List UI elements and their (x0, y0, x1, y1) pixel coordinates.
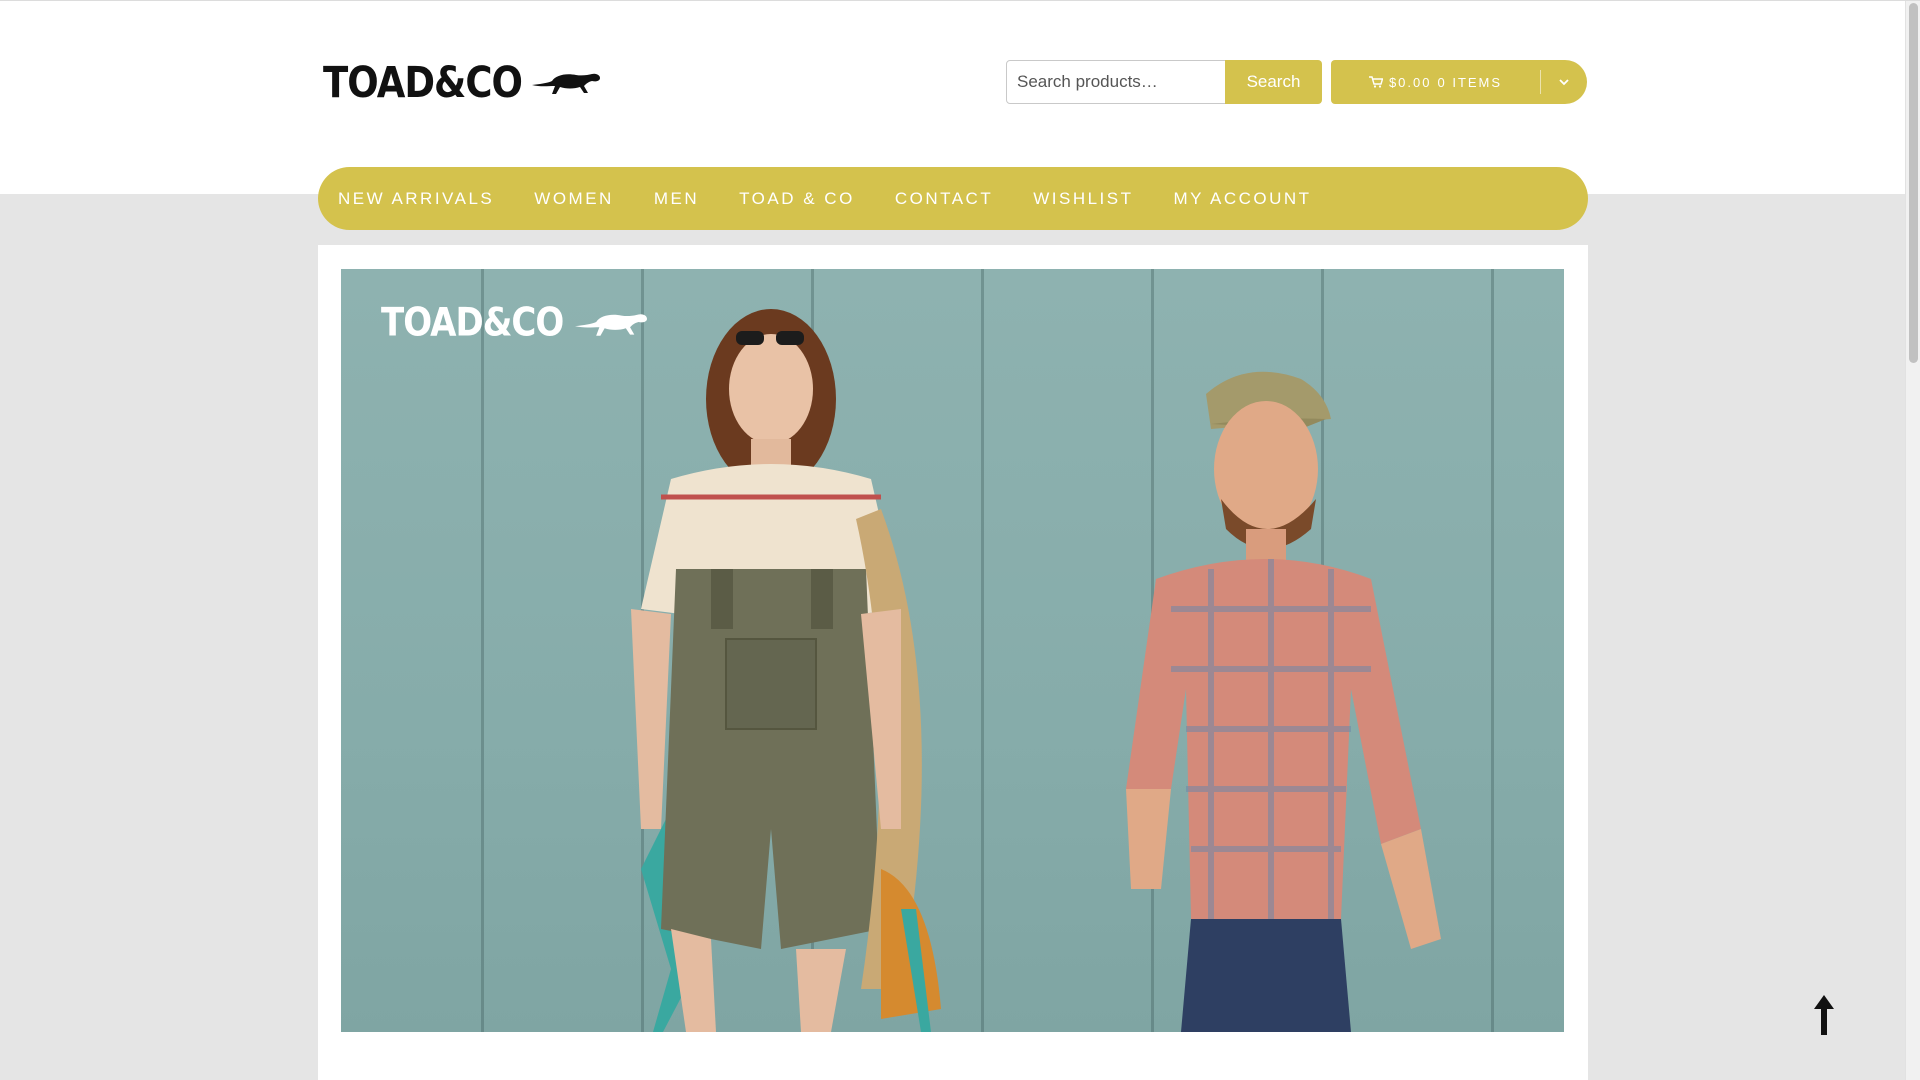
nav-item-my-account[interactable]: MY ACCOUNT (1174, 189, 1312, 209)
arrow-up-icon (1814, 995, 1834, 1035)
nav-item-men[interactable]: MEN (654, 189, 699, 209)
lizard-icon (531, 73, 600, 94)
man-figure-illustration (1126, 371, 1441, 1032)
site-logo[interactable]: TOAD&CO (323, 57, 602, 107)
scrollbar-thumb[interactable] (1909, 3, 1918, 363)
search-input[interactable] (1006, 60, 1226, 104)
logo-text: TOAD&CO (323, 57, 523, 107)
site-header: TOAD&CO Search $0.00 0 ITEMS (0, 1, 1905, 194)
cart-widget: $0.00 0 ITEMS (1331, 60, 1587, 104)
main-content: TOAD&CO (318, 245, 1588, 1080)
cart-icon (1368, 76, 1383, 88)
nav-item-wishlist[interactable]: WISHLIST (1033, 189, 1133, 209)
main-nav: NEW ARRIVALS WOMEN MEN TOAD & CO CONTACT… (318, 167, 1588, 230)
cart-items-count: 0 ITEMS (1437, 74, 1503, 90)
nav-item-toad-and-co[interactable]: TOAD & CO (739, 189, 855, 209)
nav-item-new-arrivals[interactable]: NEW ARRIVALS (338, 189, 494, 209)
page-scrollbar[interactable] (1905, 1, 1920, 1080)
scroll-to-top-button[interactable] (1809, 993, 1839, 1037)
nav-item-women[interactable]: WOMEN (534, 189, 614, 209)
cart-button[interactable]: $0.00 0 ITEMS (1331, 60, 1540, 104)
nav-item-contact[interactable]: CONTACT (895, 189, 993, 209)
chevron-down-icon (1559, 78, 1569, 85)
search-button[interactable]: Search (1225, 60, 1322, 104)
hero-banner[interactable]: TOAD&CO (341, 269, 1564, 1032)
cart-amount: $0.00 (1388, 74, 1432, 90)
cart-dropdown-toggle[interactable] (1541, 60, 1587, 104)
